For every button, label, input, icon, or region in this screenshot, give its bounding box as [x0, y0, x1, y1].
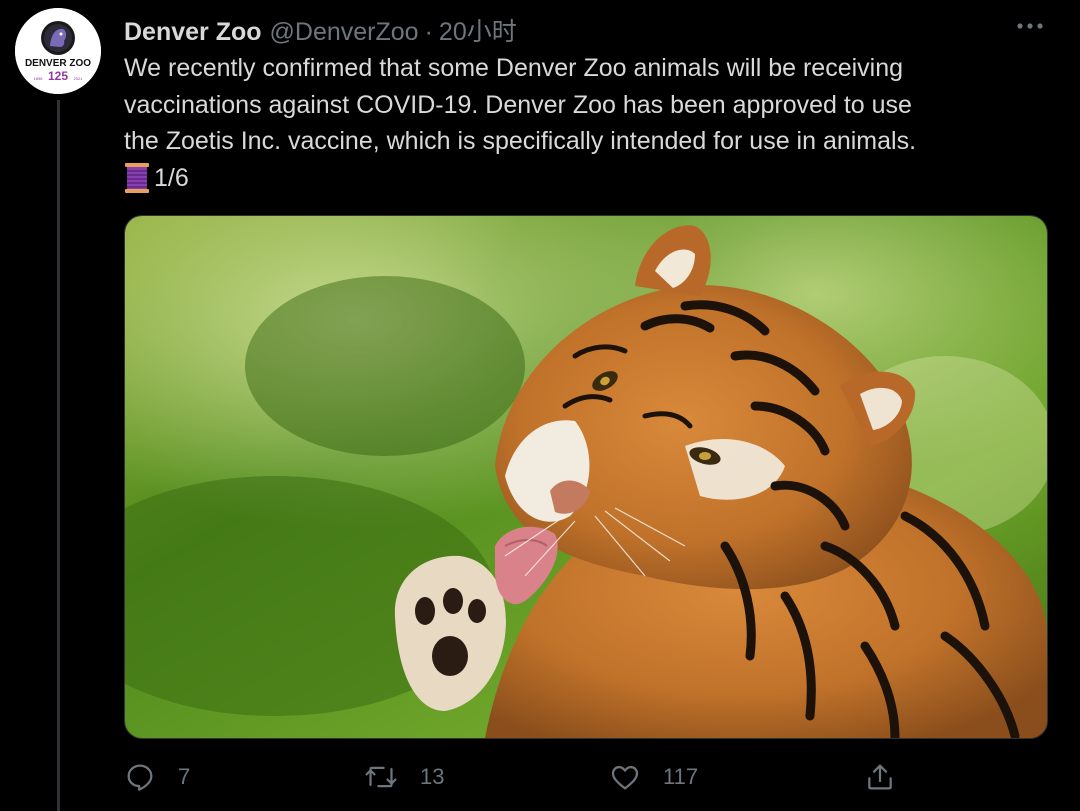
avatar-year-start: 1896 — [34, 76, 44, 81]
tweet-media-photo[interactable] — [124, 215, 1048, 739]
avatar-year-end: 2021 — [74, 76, 84, 81]
tweet-header: Denver Zoo @DenverZoo · 20小时 — [124, 12, 517, 46]
thread-connector-line — [57, 100, 60, 811]
retweet-icon — [365, 766, 397, 788]
author-handle[interactable]: @DenverZoo — [270, 18, 419, 47]
heart-icon — [611, 766, 639, 790]
reply-button[interactable]: 7 — [124, 755, 190, 799]
thread-marker-row: 1/6 — [124, 160, 1054, 197]
tweet-text-line: the Zoetis Inc. vaccine, which is specif… — [124, 127, 917, 155]
tiger-licking-paw-photo — [125, 216, 1047, 738]
avatar-number: 125 — [48, 69, 68, 83]
thread-marker: 1/6 — [154, 163, 189, 192]
tweet-text-line: We recently confirmed that some Denver Z… — [124, 54, 904, 82]
tweet-timestamp[interactable]: 20小时 — [439, 12, 517, 48]
share-button[interactable] — [864, 755, 896, 799]
retweet-button[interactable]: 13 — [364, 755, 444, 799]
share-icon — [868, 764, 892, 790]
author-display-name[interactable]: Denver Zoo — [124, 18, 262, 47]
like-count: 117 — [663, 764, 699, 789]
like-button[interactable]: 117 — [609, 755, 698, 799]
spool-of-thread-icon — [124, 162, 150, 194]
tweet-body: We recently confirmed that some Denver Z… — [124, 50, 1054, 196]
reply-icon — [127, 764, 153, 791]
more-options-button[interactable] — [1010, 10, 1050, 42]
author-avatar[interactable]: DENVER ZOO 1896 125 2021 — [15, 8, 101, 94]
tweet-text-line: vaccinations against COVID-19. Denver Zo… — [124, 90, 912, 119]
reply-count: 7 — [178, 764, 191, 789]
avatar-logo-text: DENVER ZOO — [25, 58, 91, 69]
retweet-count: 13 — [420, 764, 445, 789]
denver-zoo-logo: DENVER ZOO 1896 125 2021 — [15, 8, 101, 94]
header-separator: · — [424, 18, 433, 46]
more-dots-icon — [1017, 23, 1043, 29]
tweet-action-bar: 7 13 117 — [124, 755, 924, 799]
